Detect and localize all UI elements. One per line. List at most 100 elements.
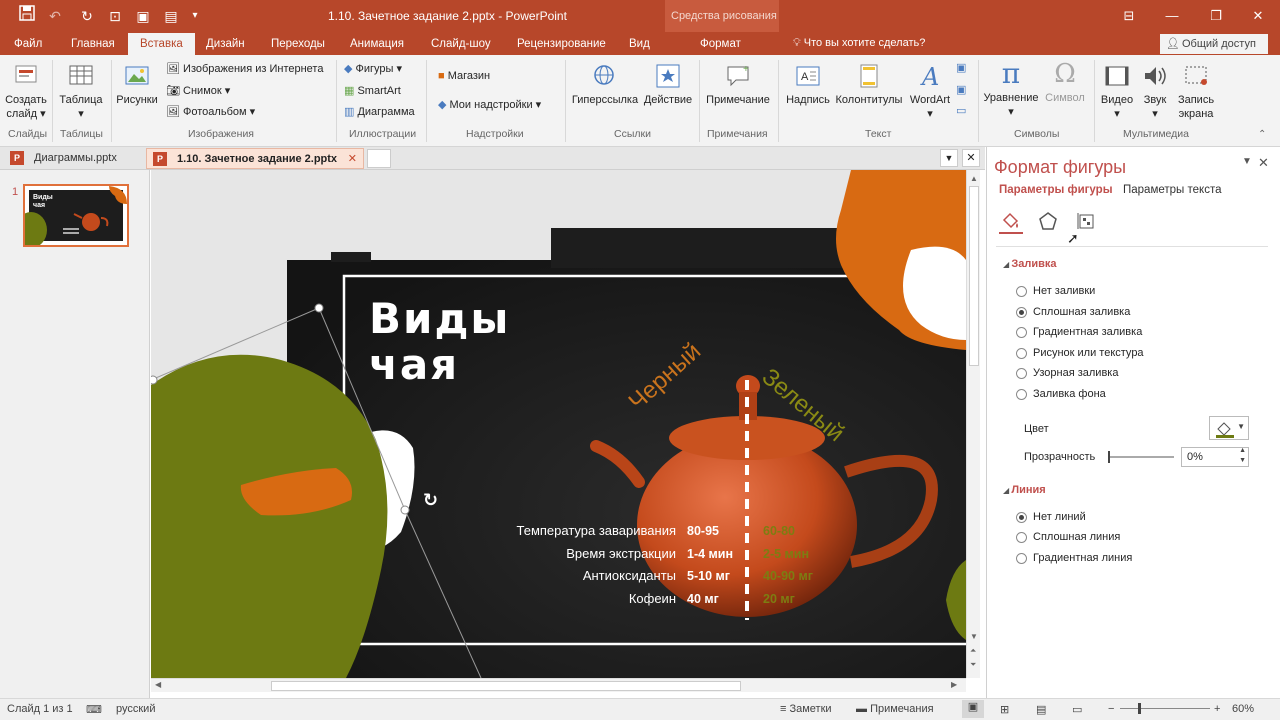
language-indicator[interactable]: русский <box>116 703 155 715</box>
color-picker-button[interactable]: ▼ <box>1209 416 1249 440</box>
fill-option-gradient[interactable]: Градиентная заливка <box>1016 326 1142 339</box>
object-icon[interactable]: ▭ <box>956 104 966 118</box>
equation-button[interactable]: π Уравнение ▾ <box>982 60 1040 119</box>
line-section-header[interactable]: ◢ Линия <box>1003 484 1046 496</box>
horizontal-scroll-thumb[interactable] <box>271 681 741 691</box>
my-addins-button[interactable]: ◆ Мои надстройки ▾ <box>438 98 541 112</box>
transparency-slider-thumb[interactable] <box>1108 451 1110 463</box>
slide-thumbnail[interactable]: Виды чая <box>23 184 129 247</box>
tab-text-options[interactable]: Параметры текста <box>1123 184 1221 196</box>
zoom-in-icon[interactable]: + <box>1214 703 1220 715</box>
zoom-slider[interactable] <box>1120 703 1210 714</box>
tab-shape-options[interactable]: Параметры фигуры <box>999 184 1113 196</box>
comment-button[interactable]: + Примечание <box>703 62 773 107</box>
tab-animations[interactable]: Анимация <box>350 36 404 55</box>
scroll-up-icon[interactable]: ▲ <box>970 174 978 183</box>
pane-options-dropdown-icon[interactable]: ▼ <box>1242 156 1252 167</box>
shapes-button[interactable]: ◆ Фигуры ▾ <box>344 62 402 76</box>
vertical-scroll-thumb[interactable] <box>969 186 979 366</box>
undo-icon[interactable]: ↶ <box>44 5 66 27</box>
next-slide-icon[interactable]: ⏷ <box>970 660 976 670</box>
tab-format[interactable]: Формат <box>700 36 741 55</box>
new-slide-button[interactable]: Создать слайд ▾ <box>4 62 48 121</box>
spinner-arrows-icon[interactable]: ▲ ▼ <box>1239 446 1246 466</box>
symbol-button[interactable]: Ω Символ <box>1040 60 1090 105</box>
slideshow-view-icon[interactable]: ▭ <box>1072 703 1082 716</box>
fill-option-background[interactable]: Заливка фона <box>1016 388 1106 401</box>
line-option-gradient[interactable]: Градиентная линия <box>1016 552 1132 565</box>
table-button[interactable]: Таблица ▾ <box>56 62 106 121</box>
tab-list-dropdown-icon[interactable]: ▼ <box>940 149 958 167</box>
scroll-left-icon[interactable]: ◀ <box>155 680 161 689</box>
photo-album-button[interactable]: 🖼︎ Фотоальбом ▾ <box>166 105 255 119</box>
textbox-button[interactable]: A Надпись <box>783 62 833 107</box>
repeat-icon[interactable]: ↻ <box>76 5 98 27</box>
tab-view[interactable]: Вид <box>629 36 650 55</box>
touch-mode-icon[interactable]: ⊡ <box>104 5 126 27</box>
ribbon-display-options-icon[interactable]: ⊟ <box>1117 6 1141 26</box>
audio-button[interactable]: Звук ▾ <box>1138 62 1172 121</box>
video-button[interactable]: Видео ▾ <box>1097 62 1137 121</box>
spellcheck-icon[interactable]: ⌨︎ <box>86 703 102 716</box>
slide-sorter-icon[interactable]: ⊞ <box>1000 703 1009 716</box>
header-footer-button[interactable]: Колонтитулы <box>833 62 905 107</box>
slide-counter[interactable]: Слайд 1 из 1 <box>7 703 73 715</box>
slide-editing-area[interactable]: ↻ Виды чая Черный Зеленый Температура за… <box>151 170 966 678</box>
wordart-button[interactable]: A WordArt ▾ <box>906 62 954 121</box>
screen-recording-button[interactable]: Запись экрана <box>1172 62 1220 121</box>
collapse-ribbon-icon[interactable]: ⌃ <box>1258 128 1266 142</box>
save-icon[interactable] <box>16 5 38 27</box>
scroll-right-icon[interactable]: ▶ <box>951 680 957 689</box>
tab-file[interactable]: Файл <box>14 36 42 55</box>
transparency-slider[interactable] <box>1108 451 1174 463</box>
customize-qat-icon[interactable]: ▾ <box>184 5 206 27</box>
close-tab-icon[interactable]: ✕ <box>348 149 357 169</box>
close-icon[interactable]: ✕ <box>1246 6 1270 26</box>
smartart-button[interactable]: ▦ SmartArt <box>344 84 401 98</box>
pictures-button[interactable]: Рисунки <box>114 62 160 107</box>
doc-tab-diagrams[interactable]: P Диаграммы.pptx <box>4 148 144 169</box>
fill-line-icon[interactable] <box>999 210 1023 234</box>
scroll-down-icon[interactable]: ▼ <box>970 632 978 641</box>
fill-option-picture[interactable]: Рисунок или текстура <box>1016 347 1144 360</box>
normal-view-icon[interactable]: ▣ <box>962 700 984 718</box>
reading-view-icon[interactable]: ▤ <box>1036 703 1046 716</box>
action-button[interactable]: Действие <box>643 62 693 107</box>
fill-option-none[interactable]: Нет заливки <box>1016 285 1095 298</box>
tab-design[interactable]: Дизайн <box>206 36 245 55</box>
zoom-level[interactable]: 60% <box>1232 703 1254 715</box>
share-button[interactable]: 👤︎ Общий доступ <box>1160 34 1268 54</box>
online-pictures-button[interactable]: 🖼︎ Изображения из Интернета <box>166 62 323 76</box>
restore-icon[interactable]: ❐ <box>1204 6 1228 26</box>
store-button[interactable]: ■ Магазин <box>438 69 490 83</box>
slide-number-icon[interactable]: ▣ <box>956 83 966 97</box>
close-document-icon[interactable]: ✕ <box>962 149 980 167</box>
fill-option-solid[interactable]: Сплошная заливка <box>1016 306 1130 319</box>
tab-transitions[interactable]: Переходы <box>271 36 325 55</box>
zoom-out-icon[interactable]: − <box>1108 703 1114 715</box>
tell-me-search[interactable]: 💡︎ Что вы хотите сделать? <box>793 37 925 50</box>
effects-pentagon-icon[interactable] <box>1037 210 1061 234</box>
vertical-scrollbar[interactable]: ▲ ▼ ⏶ ⏷ <box>966 170 980 678</box>
tab-insert[interactable]: Вставка <box>128 33 195 55</box>
tab-review[interactable]: Рецензирование <box>517 36 606 55</box>
date-time-icon[interactable]: ▣ <box>956 61 966 75</box>
slide-title[interactable]: Виды чая <box>369 296 510 388</box>
line-option-solid[interactable]: Сплошная линия <box>1016 531 1120 544</box>
screenshot-button[interactable]: 📷︎ Снимок ▾ <box>166 84 230 98</box>
fill-option-pattern[interactable]: Узорная заливка <box>1016 367 1118 380</box>
notes-button[interactable]: ≡ Заметки <box>780 703 832 715</box>
horizontal-scrollbar[interactable]: ◀ ▶ <box>151 678 966 692</box>
transparency-spinner[interactable]: 0% ▲ ▼ <box>1181 447 1249 467</box>
doc-tab-active[interactable]: P 1.10. Зачетное задание 2.pptx ✕ <box>146 148 364 169</box>
new-tab-button[interactable] <box>367 149 391 168</box>
presentation-icon[interactable]: ▣ <box>132 5 154 27</box>
chart-button[interactable]: ▥ Диаграмма <box>344 105 415 119</box>
previous-slide-icon[interactable]: ⏶ <box>970 646 976 656</box>
tab-slideshow[interactable]: Слайд-шоу <box>431 36 491 55</box>
line-option-none[interactable]: Нет линий <box>1016 511 1086 524</box>
slideshow-icon[interactable]: ▤ <box>160 5 182 27</box>
minimize-icon[interactable]: — <box>1160 6 1184 26</box>
pane-close-icon[interactable]: ✕ <box>1258 155 1269 171</box>
comments-button[interactable]: ▬ Примечания <box>856 703 934 715</box>
